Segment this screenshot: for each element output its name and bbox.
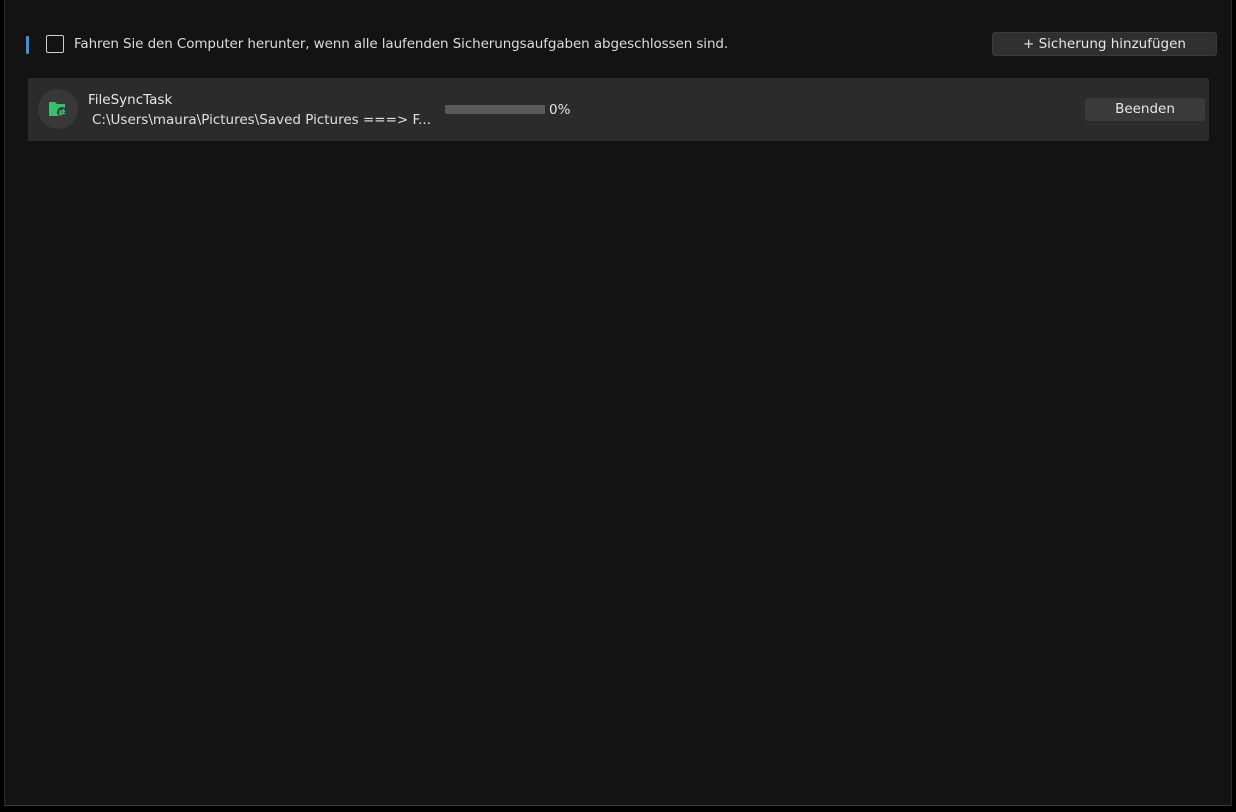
task-row: FileSyncTask C:\Users\maura\Pictures\Sav… [28,78,1209,141]
task-path: C:\Users\maura\Pictures\Saved Pictures =… [92,112,431,128]
shutdown-label: Fahren Sie den Computer herunter, wenn a… [74,36,729,52]
task-name: FileSyncTask [88,92,173,108]
shutdown-checkbox[interactable] [46,35,64,53]
add-backup-button[interactable]: + Sicherung hinzufügen [992,32,1217,56]
toolbar: Fahren Sie den Computer herunter, wenn a… [5,30,1231,60]
app-window: Fahren Sie den Computer herunter, wenn a… [4,0,1232,806]
task-progress-bar [445,105,545,114]
accent-indicator [26,36,29,54]
task-progress-text: 0% [549,102,571,118]
stop-task-button[interactable]: Beenden [1085,98,1205,121]
task-icon-badge [38,89,78,129]
folder-sync-icon [49,102,67,117]
